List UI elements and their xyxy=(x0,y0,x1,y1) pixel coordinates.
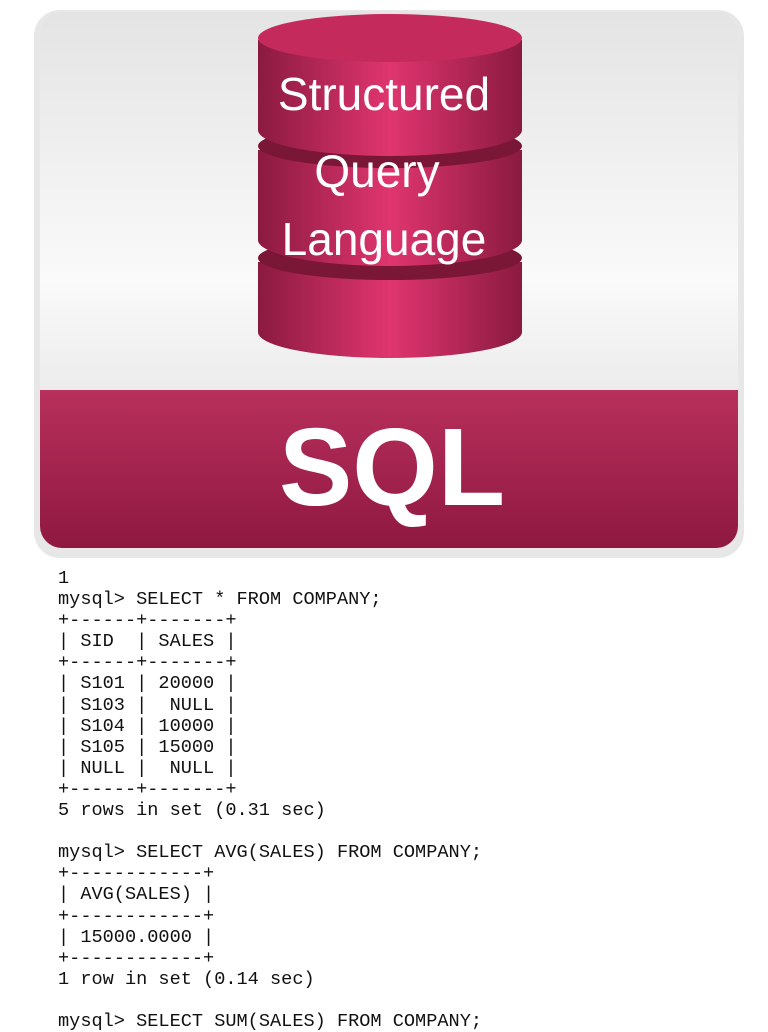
logo-label: SQL xyxy=(279,406,505,529)
terminal-output-line: 5 rows in set (0.31 sec) xyxy=(58,800,326,822)
terminal-output-line: | S105 | 15000 | xyxy=(58,736,237,758)
terminal-output-line: +------------+ xyxy=(58,947,215,969)
logo-title-line: Language xyxy=(282,213,487,265)
terminal-output-line: | S103 | NULL | xyxy=(58,694,237,716)
terminal-output-line: +------------+ xyxy=(58,905,215,927)
logo-title-line: Structured xyxy=(278,68,490,120)
sql-command-line: mysql> SELECT SUM(SALES) FROM COMPANY; xyxy=(58,1010,483,1032)
terminal-output-line: | S101 | 20000 | xyxy=(58,673,237,695)
terminal-output-line: | 15000.0000 | xyxy=(58,926,215,948)
terminal-output-line: +------------+ xyxy=(58,863,215,885)
terminal-output-line: | NULL | NULL | xyxy=(58,757,237,779)
terminal-output-line: 1 row in set (0.14 sec) xyxy=(58,968,315,990)
sql-command-line: mysql> SELECT AVG(SALES) FROM COMPANY; xyxy=(58,842,483,864)
logo-title-line: Query xyxy=(314,145,439,197)
terminal-output-line: | AVG(SALES) | xyxy=(58,884,215,906)
terminal-output-line: +------+-------+ xyxy=(58,778,237,800)
terminal-output-line: | SID | SALES | xyxy=(58,631,237,653)
terminal-output-line: +------+-------+ xyxy=(58,652,237,674)
terminal-output-line: +------+-------+ xyxy=(58,610,237,632)
sql-command-line: mysql> SELECT * FROM COMPANY; xyxy=(58,589,382,611)
terminal-output-line: 1 xyxy=(58,568,70,589)
mysql-terminal-output: 1 mysql> SELECT * FROM COMPANY; +------+--… xyxy=(58,568,482,1032)
terminal-output-line: | S104 | 10000 | xyxy=(58,715,237,737)
sql-logo: Structured Query Language SQL xyxy=(34,10,744,558)
